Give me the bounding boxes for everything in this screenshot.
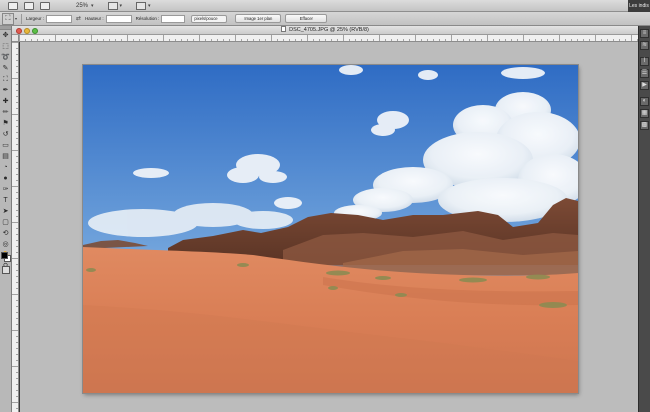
layers-icon[interactable]: ≡ xyxy=(640,29,649,38)
desert-photo[interactable] xyxy=(83,65,578,393)
dock-list: ≡ ≋ ⌇ ☰ ▶ ◐ ▦ ▩ xyxy=(639,29,650,130)
marquee-icon[interactable]: ⬚ xyxy=(1,42,11,52)
quick-mask-icon[interactable] xyxy=(2,266,10,274)
arrange-documents-icon[interactable] xyxy=(107,1,118,10)
history-icon[interactable]: ☰ xyxy=(640,69,649,78)
resolution-field[interactable] xyxy=(161,14,186,23)
resolution-label: Résolution : xyxy=(135,16,160,21)
dock-spacer xyxy=(639,50,650,54)
dock-spacer xyxy=(639,90,650,94)
paths-icon[interactable]: ⌇ xyxy=(640,57,649,66)
height-label: Hauteur : xyxy=(85,16,104,21)
maximize-window-icon[interactable] xyxy=(32,28,38,34)
swatches-icon[interactable]: ▩ xyxy=(640,121,649,130)
ruler-origin[interactable] xyxy=(12,35,19,42)
width-field[interactable] xyxy=(46,14,73,23)
healing-brush-icon[interactable]: ✚ xyxy=(1,97,11,107)
quick-select-icon[interactable]: ✎ xyxy=(1,64,11,74)
workspace-button[interactable]: Les indis xyxy=(628,0,650,12)
zoom-level[interactable]: 25% xyxy=(76,3,88,9)
tools-panel: ✥⬚➰✎⛶✒✚✏⚑↺▭▤◔●✑T➤▢⟲◎✋⚲ xyxy=(0,26,12,412)
zoom-caret-icon[interactable]: ▾ xyxy=(91,3,94,9)
eraser-icon[interactable]: ▭ xyxy=(1,141,11,151)
resolution-unit-select[interactable]: pixels/pouce xyxy=(191,14,228,23)
3d-rotate-icon[interactable]: ⟲ xyxy=(1,229,11,239)
pen-icon[interactable]: ✑ xyxy=(1,185,11,195)
clear-button[interactable]: Effacer xyxy=(285,14,328,23)
screen-mode-caret-icon[interactable]: ▾ xyxy=(148,3,151,9)
document-title: DSC_4705.JPG @ 25% (RVB/8) xyxy=(289,27,369,33)
width-label: Largeur : xyxy=(26,16,45,21)
crop-icon[interactable]: ⛶ xyxy=(1,75,11,85)
type-icon[interactable]: T xyxy=(1,196,11,206)
minibridge-icon[interactable] xyxy=(24,1,34,10)
extras-icon[interactable] xyxy=(40,1,50,10)
actions-icon[interactable]: ▶ xyxy=(640,81,649,90)
shape-icon[interactable]: ▢ xyxy=(1,218,11,228)
tool-list: ✥⬚➰✎⛶✒✚✏⚑↺▭▤◔●✑T➤▢⟲◎✋⚲ xyxy=(0,31,11,272)
move-icon[interactable]: ✥ xyxy=(1,31,11,41)
adjustments-icon[interactable]: ◐ xyxy=(640,97,649,106)
channels-icon[interactable]: ≋ xyxy=(640,41,649,50)
application-bar: 25% ▾ ▾ ▾ Les indis xyxy=(0,0,650,12)
panel-grip[interactable] xyxy=(0,26,11,30)
eyedropper-icon[interactable]: ✒ xyxy=(1,86,11,96)
gradient-icon[interactable]: ▤ xyxy=(1,152,11,162)
clone-stamp-icon[interactable]: ⚑ xyxy=(1,119,11,129)
preset-caret-icon[interactable]: ▾ xyxy=(15,16,17,21)
swap-icon[interactable]: ⇄ xyxy=(76,15,81,22)
document-tab[interactable]: DSC_4705.JPG @ 25% (RVB/8) xyxy=(12,26,638,35)
blur-icon[interactable]: ◔ xyxy=(1,163,11,173)
dodge-icon[interactable]: ● xyxy=(1,174,11,184)
arrange-caret-icon[interactable]: ▾ xyxy=(120,3,123,9)
document-icon xyxy=(281,26,287,32)
brush-icon[interactable]: ✏ xyxy=(1,108,11,118)
minimize-window-icon[interactable] xyxy=(24,28,30,34)
panel-dock: ≡ ≋ ⌇ ☰ ▶ ◐ ▦ ▩ xyxy=(638,26,650,412)
crop-tool-preset-icon[interactable]: ⛶ xyxy=(2,12,14,25)
photo-artwork xyxy=(83,65,578,393)
options-bar: ⛶ ▾ Largeur : ⇄ Hauteur : Résolution : p… xyxy=(0,12,650,26)
lasso-icon[interactable]: ➰ xyxy=(1,53,11,63)
screen-mode-icon[interactable] xyxy=(136,1,147,10)
3d-orbit-icon[interactable]: ◎ xyxy=(1,240,11,250)
history-brush-icon[interactable]: ↺ xyxy=(1,130,11,140)
path-select-icon[interactable]: ➤ xyxy=(1,207,11,217)
bridge-icon[interactable] xyxy=(8,1,18,10)
height-field[interactable] xyxy=(105,14,132,23)
front-image-button[interactable]: Image 1er plan xyxy=(235,14,282,23)
styles-icon[interactable]: ▦ xyxy=(640,109,649,118)
horizontal-ruler[interactable] xyxy=(19,35,638,42)
divider xyxy=(21,13,23,24)
foreground-color-swatch[interactable] xyxy=(1,252,8,259)
vertical-ruler[interactable] xyxy=(12,42,19,412)
close-window-icon[interactable] xyxy=(16,28,22,34)
